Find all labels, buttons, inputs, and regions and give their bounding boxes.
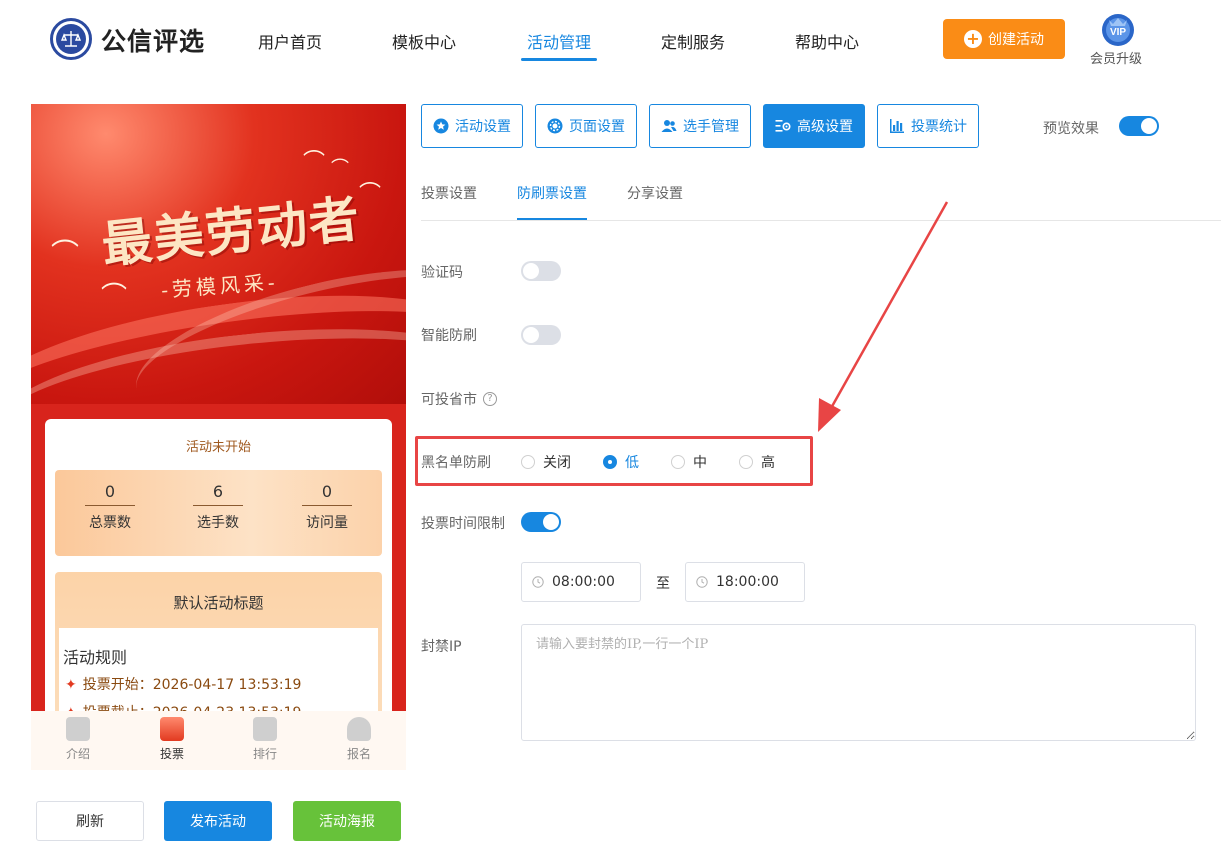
captcha-toggle[interactable] bbox=[521, 261, 561, 281]
blocked-ip-label: 封禁IP bbox=[421, 639, 462, 655]
page-settings-button[interactable]: 页面设置 bbox=[535, 104, 637, 148]
dove-icon: ⌒ bbox=[51, 237, 80, 270]
activity-status: 活动未开始 bbox=[185, 440, 251, 455]
nav-help-center[interactable]: 帮助中心 bbox=[795, 29, 859, 61]
time-range-separator: 至 bbox=[656, 576, 670, 592]
nav-active-underline bbox=[521, 58, 597, 61]
refresh-button[interactable]: 刷新 bbox=[36, 801, 144, 841]
vote-statistics-button[interactable]: 投票统计 bbox=[877, 104, 979, 148]
create-activity-button[interactable]: + 创建活动 bbox=[943, 19, 1065, 59]
tab-vote[interactable]: 投票 bbox=[137, 717, 207, 762]
top-header: 公信评选 用户首页 模板中心 活动管理 定制服务 帮助中心 + 创建活动 VIP… bbox=[0, 0, 1228, 80]
stat-total-votes: 0 总票数 bbox=[65, 482, 155, 532]
stat-visits: 0 访问量 bbox=[282, 482, 372, 532]
preview-effect-label: 预览效果 bbox=[1043, 121, 1099, 137]
toggle-knob bbox=[1141, 118, 1157, 134]
smart-anti-fraud-label: 智能防刷 bbox=[421, 328, 477, 344]
activity-title: 默认活动标题 bbox=[173, 594, 264, 612]
toggle-knob bbox=[543, 514, 559, 530]
nav-activity-management[interactable]: 活动管理 bbox=[527, 29, 591, 61]
vip-upgrade-label[interactable]: 会员升级 bbox=[1090, 48, 1142, 67]
time-start-picker[interactable] bbox=[521, 562, 641, 602]
logo-emblem-icon[interactable] bbox=[50, 18, 92, 60]
dove-icon: ⌒ bbox=[303, 150, 326, 175]
star-circle-icon bbox=[433, 118, 449, 134]
star-icon: ✦ bbox=[65, 677, 77, 693]
province-limit-row: 可投省市 ? bbox=[421, 389, 497, 409]
vote-time-limit-label: 投票时间限制 bbox=[421, 516, 505, 532]
activity-settings-button[interactable]: 活动设置 bbox=[421, 104, 523, 148]
annotation-highlight-box bbox=[415, 436, 813, 486]
advanced-settings-button[interactable]: 高级设置 bbox=[763, 104, 865, 148]
vip-badge-text: VIP bbox=[1110, 27, 1126, 38]
banner-title: 最美劳动者 bbox=[98, 188, 364, 275]
home-icon bbox=[160, 717, 184, 741]
vote-time-limit-toggle[interactable] bbox=[521, 512, 561, 532]
nav-user-home[interactable]: 用户首页 bbox=[258, 29, 322, 61]
publish-activity-button[interactable]: 发布活动 bbox=[164, 801, 272, 841]
time-end-input[interactable] bbox=[716, 574, 788, 590]
dove-icon: ⌒ bbox=[331, 158, 349, 179]
preview-tabbar: 介绍 投票 排行 报名 bbox=[31, 711, 406, 770]
nav-custom-service[interactable]: 定制服务 bbox=[661, 29, 725, 61]
time-start-input[interactable] bbox=[552, 574, 624, 590]
time-end-picker[interactable] bbox=[685, 562, 805, 602]
sliders-gear-icon bbox=[775, 120, 791, 132]
users-icon bbox=[661, 120, 677, 132]
crown-icon bbox=[253, 717, 277, 741]
dove-icon: ⌒ bbox=[101, 282, 128, 312]
tab-intro[interactable]: 介绍 bbox=[43, 717, 113, 762]
tab-ranking[interactable]: 排行 bbox=[230, 717, 300, 762]
subtab-anti-fraud-settings[interactable]: 防刷票设置 bbox=[517, 183, 587, 203]
gear-icon bbox=[547, 118, 563, 134]
preview-effect-toggle[interactable] bbox=[1119, 116, 1159, 136]
tab-signup[interactable]: 报名 bbox=[324, 717, 394, 762]
clock-icon bbox=[532, 576, 544, 588]
logo-text[interactable]: 公信评选 bbox=[101, 22, 205, 58]
question-icon[interactable]: ? bbox=[483, 392, 497, 406]
contestant-management-button[interactable]: 选手管理 bbox=[649, 104, 751, 148]
plus-icon: + bbox=[964, 30, 982, 48]
rule-line: ✦ 投票开始：2026-04-17 13:53:19 bbox=[65, 677, 302, 693]
activity-banner: ⌒ ⌒ ⌒ ⌒ ⌒ 最美劳动者 -劳模风采- bbox=[31, 104, 406, 404]
activity-poster-button[interactable]: 活动海报 bbox=[293, 801, 401, 841]
nav-template-center[interactable]: 模板中心 bbox=[392, 29, 456, 61]
toggle-knob bbox=[523, 327, 539, 343]
document-icon bbox=[66, 717, 90, 741]
banner-subtitle: -劳模风采- bbox=[160, 269, 280, 303]
user-icon bbox=[347, 717, 371, 741]
toggle-knob bbox=[523, 263, 539, 279]
smart-anti-fraud-toggle[interactable] bbox=[521, 325, 561, 345]
bar-chart-icon bbox=[890, 119, 904, 133]
create-activity-label: 创建活动 bbox=[988, 32, 1044, 48]
stat-contestants: 6 选手数 bbox=[173, 482, 263, 532]
province-limit-label: 可投省市 bbox=[421, 392, 477, 408]
blocked-ip-textarea[interactable] bbox=[521, 624, 1196, 741]
dove-icon: ⌒ bbox=[359, 182, 382, 207]
vip-crown-icon[interactable]: VIP bbox=[1100, 12, 1136, 48]
clock-icon bbox=[696, 576, 708, 588]
phone-preview: ⌒ ⌒ ⌒ ⌒ ⌒ 最美劳动者 -劳模风采- 活动未开始 0 总票数 6 选手数… bbox=[31, 104, 406, 770]
subtab-vote-settings[interactable]: 投票设置 bbox=[421, 183, 477, 203]
rules-heading: 活动规则 bbox=[63, 648, 128, 667]
captcha-label: 验证码 bbox=[421, 265, 463, 281]
subtab-share-settings[interactable]: 分享设置 bbox=[627, 183, 683, 203]
stats-box: 0 总票数 6 选手数 0 访问量 bbox=[55, 470, 382, 556]
subtab-divider bbox=[421, 220, 1221, 221]
